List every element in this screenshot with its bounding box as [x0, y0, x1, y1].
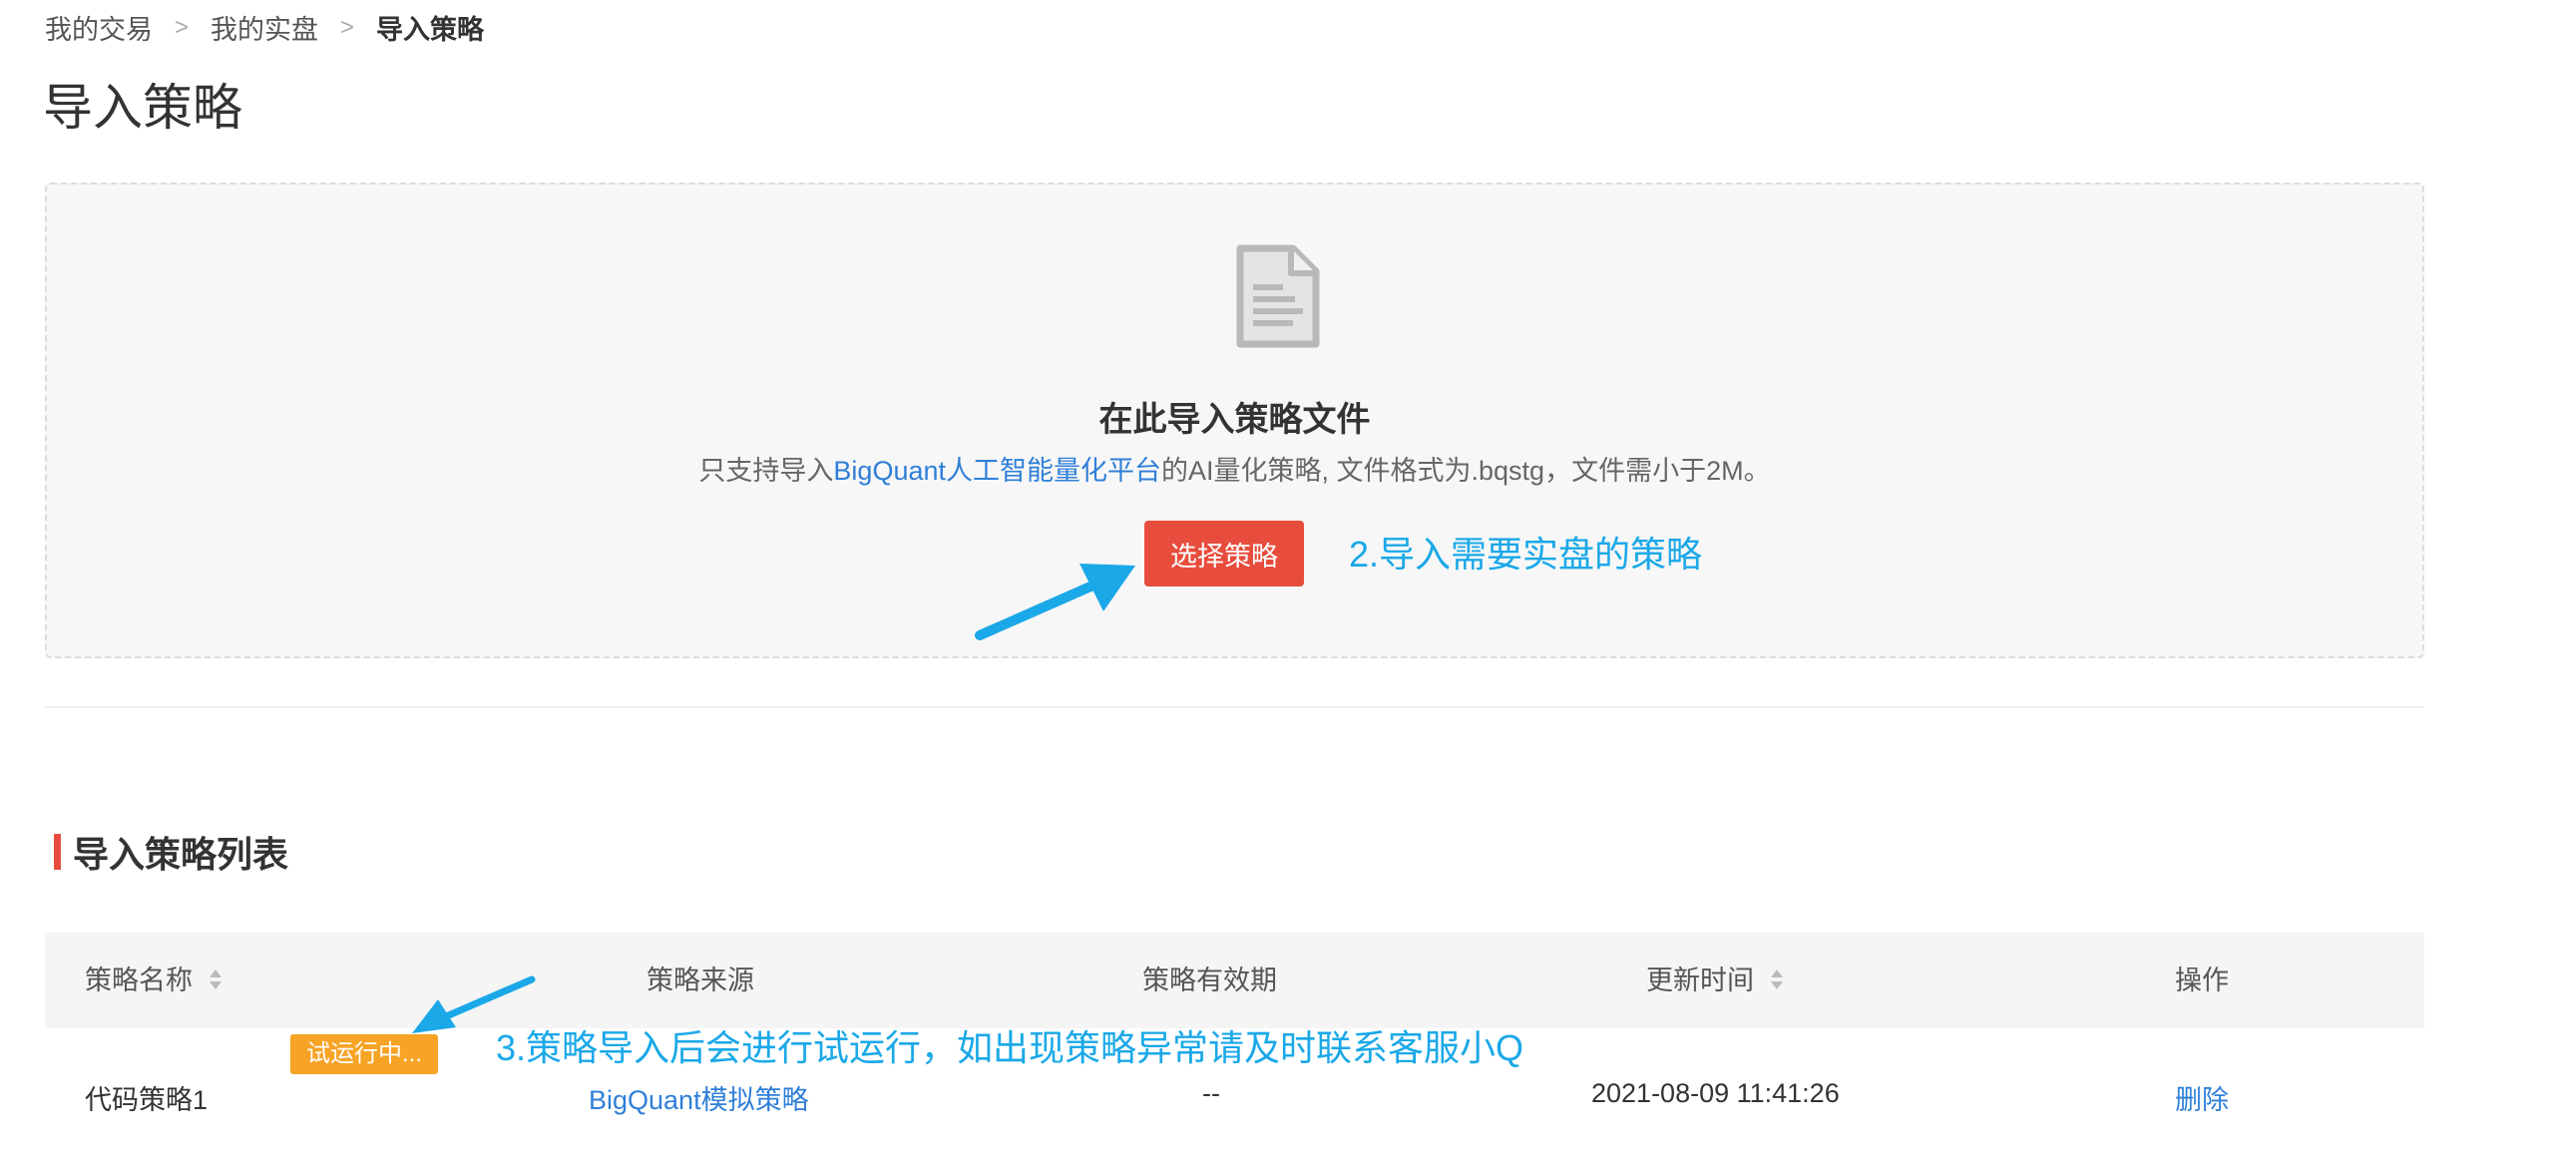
breadcrumb-item-my-trades[interactable]: 我的交易 — [45, 8, 153, 47]
dropzone-desc-suffix: 的AI量化策略, 文件格式为.bqstg，文件需小于2M。 — [1161, 456, 1771, 486]
sort-icon[interactable] — [209, 967, 222, 991]
strategy-validity: -- — [1202, 1078, 1220, 1108]
list-section-title: 导入策略列表 — [54, 826, 288, 878]
section-accent-bar — [54, 834, 61, 870]
delete-button[interactable]: 删除 — [2175, 1078, 2229, 1117]
status-badge: 试运行中... — [290, 1034, 438, 1074]
table-header: 策略名称 策略来源 策略有效期 更新时间 操作 — [45, 933, 2424, 1028]
dropzone-title: 在此导入策略文件 — [1098, 401, 1371, 439]
sort-icon[interactable] — [1770, 967, 1784, 991]
list-section-title-text: 导入策略列表 — [73, 834, 289, 875]
breadcrumb-separator: > — [340, 13, 355, 41]
breadcrumb: 我的交易 > 我的实盘 > 导入策略 — [45, 8, 484, 47]
breadcrumb-item-current: 导入策略 — [376, 15, 485, 45]
page-title: 导入策略 — [43, 80, 242, 136]
select-strategy-button[interactable]: 选择策略 — [1144, 521, 1304, 586]
column-header-validity: 策略有效期 — [1142, 965, 1277, 995]
annotation-arrow-icon — [975, 564, 1135, 640]
bigquant-platform-link[interactable]: BigQuant人工智能量化平台 — [833, 456, 1161, 486]
column-header-updated-label: 更新时间 — [1646, 965, 1754, 995]
column-header-name[interactable]: 策略名称 — [85, 933, 222, 1028]
dropzone-desc-prefix: 只支持导入 — [698, 456, 834, 486]
document-icon — [1235, 244, 1321, 353]
section-divider — [45, 706, 2424, 708]
annotation-step2: 2.导入需要实盘的策略 — [1349, 534, 1703, 575]
strategy-name: 代码策略1 — [85, 1085, 209, 1115]
annotation-step3: 3.策略导入后会进行试运行，如出现策略异常请及时联系客服小Q — [496, 1027, 1524, 1068]
column-header-updated[interactable]: 更新时间 — [1646, 933, 1784, 1028]
strategy-upload-dropzone[interactable]: 在此导入策略文件 只支持导入BigQuant人工智能量化平台的AI量化策略, 文… — [45, 183, 2424, 658]
strategy-source-link[interactable]: BigQuant模拟策略 — [589, 1078, 809, 1117]
breadcrumb-item-my-live[interactable]: 我的实盘 — [211, 8, 318, 47]
column-header-action: 操作 — [2175, 965, 2229, 995]
breadcrumb-separator: > — [175, 13, 190, 41]
column-header-name-label: 策略名称 — [85, 965, 193, 995]
strategy-updated-time: 2021-08-09 11:41:26 — [1591, 1078, 1840, 1108]
column-header-source: 策略来源 — [646, 965, 754, 995]
dropzone-description: 只支持导入BigQuant人工智能量化平台的AI量化策略, 文件格式为.bqst… — [47, 449, 2422, 488]
